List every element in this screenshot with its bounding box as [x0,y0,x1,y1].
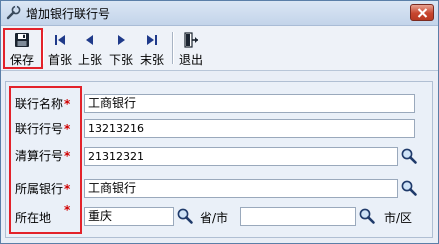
prev-record-button[interactable]: 上张 [75,29,105,67]
required-mark: * [64,203,71,217]
clearing-code-search-button[interactable] [400,147,418,165]
next-label: 下张 [108,53,133,67]
wrench-icon [6,5,22,21]
parent-bank-label-text: 所属银行 [15,182,64,196]
prev-icon [84,32,96,51]
first-icon [54,32,66,51]
toolbar: 保存 首张 上张 下张 末张 退出 [1,26,438,71]
required-mark: * [64,149,71,163]
parent-bank-input[interactable]: 工商银行 [84,179,398,198]
bank-code-label-text: 联行行号 [15,122,64,136]
first-record-button[interactable]: 首张 [45,29,75,67]
bank-name-label-text: 联行名称 [15,97,64,111]
next-icon [115,32,127,51]
province-search-button[interactable] [176,207,194,225]
title-bar[interactable]: 增加银行联行号 [1,1,438,26]
window-title: 增加银行联行号 [26,7,111,21]
last-label: 末张 [139,53,164,67]
bank-code-label: 联行行号* [15,120,70,137]
save-label: 保存 [9,53,34,67]
city-search-button[interactable] [358,207,376,225]
clearing-code-input[interactable]: 21312321 [84,147,398,166]
city-unit-label: 市/区 [384,211,413,225]
clearing-code-label: 清算行号* [15,147,70,164]
close-icon [417,8,428,18]
location-label: 所在地 [15,209,51,226]
search-icon [177,208,193,224]
required-mark: * [64,97,71,111]
close-button[interactable] [410,4,434,21]
prev-label: 上张 [77,53,102,67]
toolbar-separator [172,32,174,64]
exit-icon [183,32,199,52]
last-record-button[interactable]: 末张 [137,29,167,67]
bank-name-input[interactable]: 工商银行 [84,94,415,113]
city-input[interactable] [240,207,356,226]
dialog-window: 增加银行联行号 保存 首张 上张 下张 末张 退出 联行名称* 工商银行 联行行… [0,0,439,244]
search-icon [359,208,375,224]
parent-bank-search-button[interactable] [400,179,418,197]
province-unit-label: 省/市 [200,211,229,225]
required-mark: * [64,182,71,196]
parent-bank-label: 所属银行* [15,180,70,197]
bank-code-input[interactable]: 13213216 [84,119,415,138]
toolbar-separator [42,32,44,64]
province-input[interactable]: 重庆 [84,207,174,226]
location-label-text: 所在地 [15,211,52,225]
bank-name-label: 联行名称* [15,95,70,112]
exit-button[interactable]: 退出 [176,29,206,67]
save-button[interactable]: 保存 [5,29,39,67]
first-label: 首张 [47,53,72,67]
next-record-button[interactable]: 下张 [106,29,136,67]
last-icon [146,32,158,51]
search-icon [401,180,417,196]
search-icon [401,148,417,164]
required-mark: * [64,122,71,136]
exit-label: 退出 [178,53,203,67]
clearing-code-label-text: 清算行号 [15,149,64,163]
save-icon [14,32,30,52]
